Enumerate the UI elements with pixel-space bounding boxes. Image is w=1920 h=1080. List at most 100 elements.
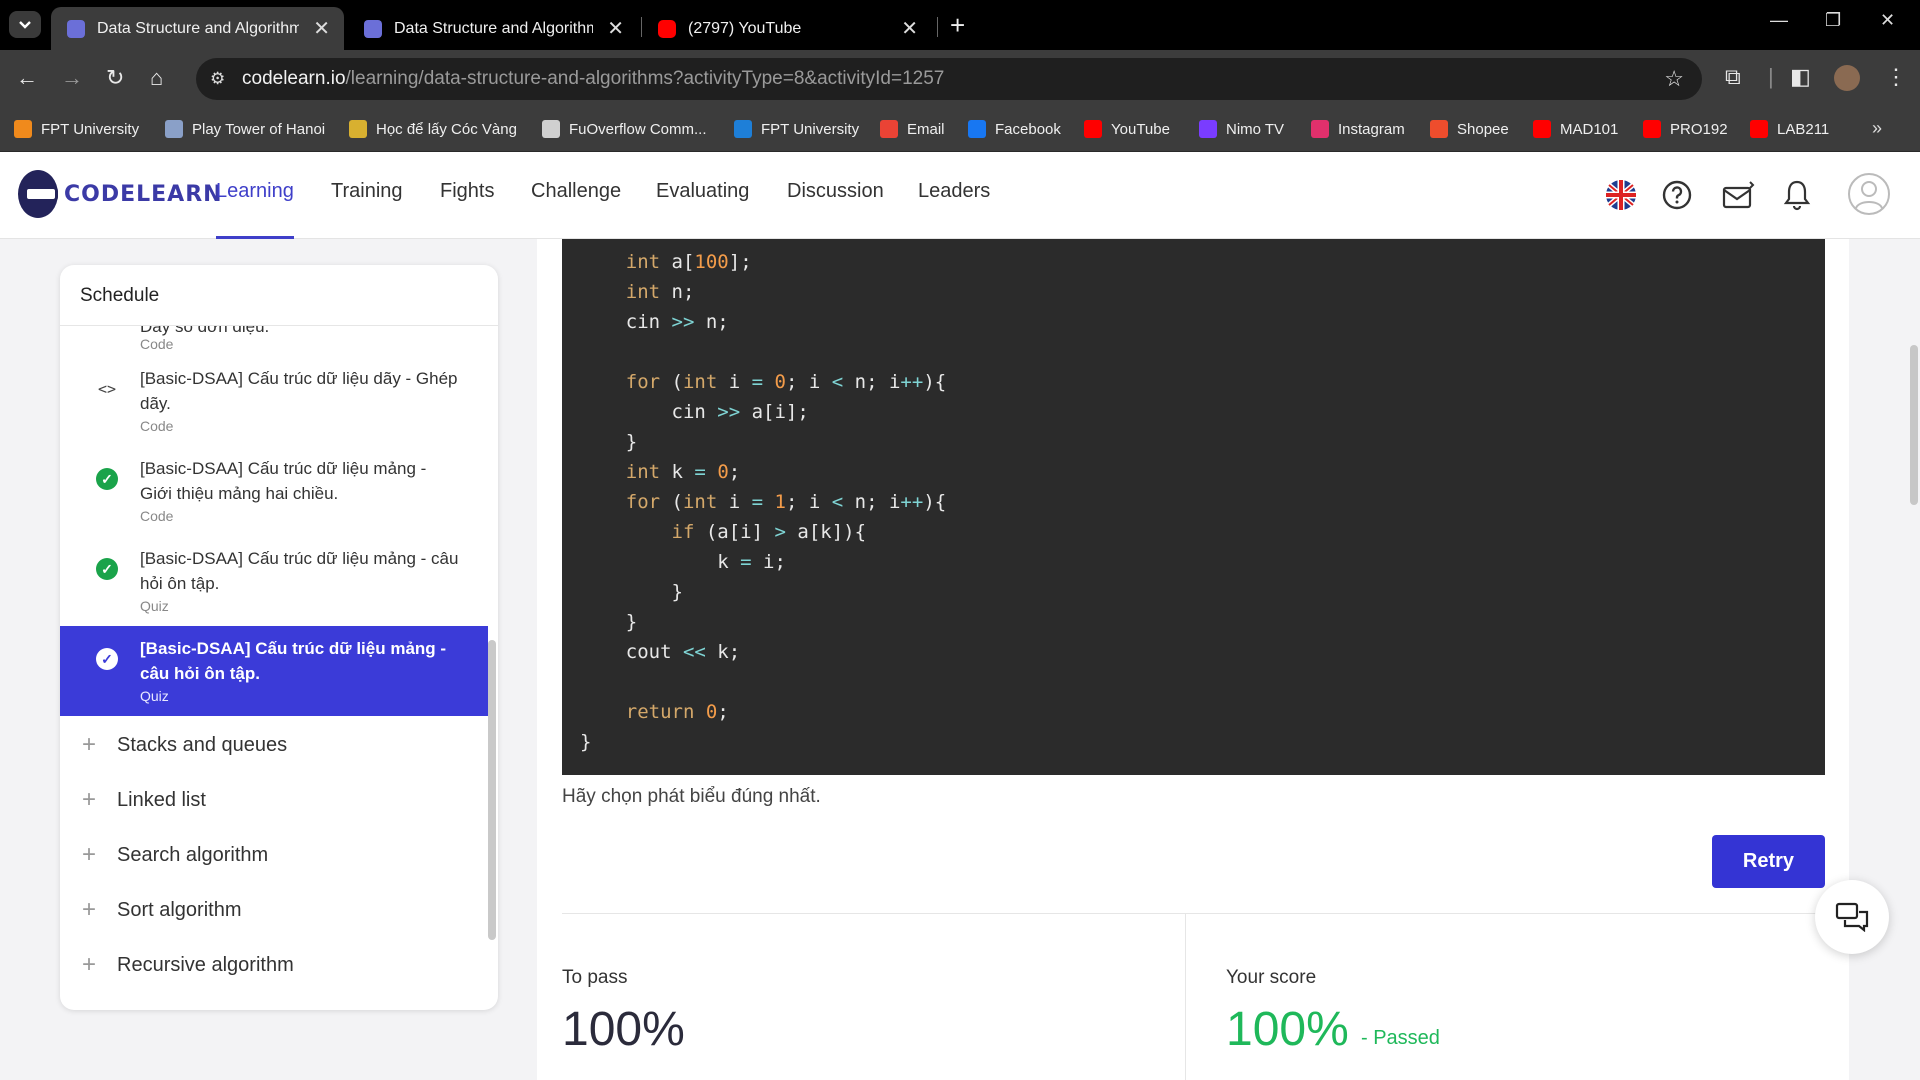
bookmark-label: Shopee	[1457, 120, 1509, 138]
reload-icon[interactable]: ↻	[106, 66, 124, 90]
sidebar-scrollbar[interactable]	[488, 640, 496, 940]
language-flag-icon[interactable]	[1604, 178, 1638, 212]
logo-mascot-icon	[18, 170, 58, 218]
section-title: Search algorithm	[117, 844, 269, 866]
tab-data-structure-1[interactable]: Data Structure and Algorithms ✕	[51, 7, 344, 50]
more-bookmarks-icon[interactable]: »	[1872, 118, 1882, 139]
bookmark-star-icon[interactable]: ☆	[1664, 66, 1684, 92]
bookmark-item[interactable]: Học để lấy Cóc Vàng	[349, 116, 517, 142]
more-menu-icon[interactable]: ⋮	[1885, 64, 1907, 90]
bookmark-item[interactable]: FuOverflow Comm...	[542, 116, 707, 142]
code-line: }	[580, 731, 592, 753]
your-score-value: 100%	[1226, 1003, 1349, 1056]
activity-type: Quiz	[140, 688, 169, 704]
bookmark-label: Play Tower of Hanoi	[192, 120, 326, 138]
bookmark-icon	[14, 120, 32, 138]
page-scrollbar[interactable]	[1910, 345, 1918, 505]
bookmark-item[interactable]: FPT University	[14, 116, 139, 142]
forward-icon[interactable]: →	[61, 66, 83, 90]
help-icon[interactable]	[1660, 178, 1694, 212]
nav-discussion[interactable]: Discussion	[787, 180, 884, 203]
notifications-bell-icon[interactable]	[1780, 178, 1814, 212]
nav-fights[interactable]: Fights	[440, 180, 494, 203]
nav-evaluating[interactable]: Evaluating	[656, 180, 749, 203]
minimize-icon[interactable]: —	[1770, 10, 1788, 31]
active-nav-indicator	[216, 236, 294, 239]
profile-avatar[interactable]	[1834, 65, 1860, 91]
messages-icon[interactable]	[1722, 178, 1756, 212]
url-host: codelearn.io	[242, 68, 346, 89]
nav-training[interactable]: Training	[331, 180, 403, 203]
user-avatar-icon[interactable]	[1847, 172, 1891, 216]
activity-item-current[interactable]: ✓ [Basic-DSAA] Cấu trúc dữ liệu mảng - c…	[60, 626, 488, 716]
restore-icon[interactable]: ❐	[1825, 10, 1841, 31]
bookmark-item[interactable]: Email	[880, 116, 945, 142]
code-line: int a[100];	[625, 251, 752, 273]
section-linked-list[interactable]: + Linked list	[60, 773, 488, 828]
activity-item[interactable]: <> [Basic-DSAA] Cấu trúc dữ liệu dãy - G…	[60, 356, 488, 446]
bookmark-icon	[542, 120, 560, 138]
close-icon[interactable]: ✕	[607, 16, 624, 41]
youtube-icon	[658, 19, 676, 38]
side-panel-icon[interactable]: ◧	[1790, 64, 1811, 90]
check-circle-icon: ✓	[96, 648, 118, 670]
code-line: k = i;	[580, 551, 786, 573]
window-close-icon[interactable]: ✕	[1880, 10, 1895, 31]
chat-button[interactable]	[1815, 880, 1889, 954]
bookmark-item[interactable]: FPT University	[734, 116, 859, 142]
activity-item[interactable]: Dãy số đơn điệu. Code	[60, 326, 488, 356]
tab-title: Data Structure and Algorithms	[394, 19, 594, 37]
plus-icon: +	[82, 951, 97, 978]
tab-search-button[interactable]	[9, 11, 41, 38]
bookmark-item[interactable]: YouTube	[1084, 116, 1170, 142]
back-icon[interactable]: ←	[16, 66, 38, 90]
activity-item[interactable]: ✓ [Basic-DSAA] Cấu trúc dữ liệu mảng - G…	[60, 446, 488, 536]
section-recursive-algorithm[interactable]: + Recursive algorithm	[60, 938, 488, 993]
url-path: /learning/data-structure-and-algorithms?…	[345, 68, 945, 89]
home-icon[interactable]: ⌂	[150, 66, 163, 90]
bookmark-icon	[1533, 120, 1551, 138]
divider	[1185, 913, 1186, 1080]
close-icon[interactable]: ✕	[901, 16, 918, 41]
bookmark-label: FPT University	[761, 120, 860, 138]
bookmark-item[interactable]: Instagram	[1311, 116, 1405, 142]
tab-data-structure-2[interactable]: Data Structure and Algorithms ✕	[348, 7, 638, 50]
activity-type: Code	[140, 508, 174, 524]
schedule-list[interactable]: Dãy số đơn điệu. Code <> [Basic-DSAA] Cấ…	[60, 326, 488, 1010]
nav-learning[interactable]: Learning	[216, 180, 294, 203]
nav-challenge[interactable]: Challenge	[531, 180, 621, 203]
tab-title: Data Structure and Algorithms	[97, 19, 300, 37]
address-bar[interactable]: ⚙ codelearn.io/learning/data-structure-a…	[196, 58, 1702, 100]
bookmark-item[interactable]: LAB211	[1750, 116, 1829, 142]
bookmark-icon	[165, 120, 183, 138]
site-info-icon[interactable]: ⚙	[210, 69, 225, 89]
bookmark-item[interactable]: Shopee	[1430, 116, 1509, 142]
extensions-icon[interactable]: ⧉	[1725, 64, 1741, 90]
plus-icon: +	[82, 786, 97, 813]
bookmark-item[interactable]: Play Tower of Hanoi	[165, 116, 325, 142]
section-title: Stacks and queues	[117, 734, 288, 756]
close-icon[interactable]: ✕	[313, 16, 330, 41]
tab-separator	[937, 17, 938, 37]
section-sort-algorithm[interactable]: + Sort algorithm	[60, 883, 488, 938]
codelearn-logo[interactable]: CODELEARN	[18, 170, 223, 218]
bookmark-label: FPT University	[41, 120, 140, 138]
bookmark-label: FuOverflow Comm...	[569, 120, 707, 138]
passed-status: - Passed	[1361, 1027, 1440, 1049]
new-tab-button[interactable]: +	[950, 12, 965, 38]
your-score-label: Your score	[1226, 967, 1317, 988]
bookmark-item[interactable]: Facebook	[968, 116, 1061, 142]
retry-button[interactable]: Retry	[1712, 835, 1825, 888]
bookmark-icon	[1750, 120, 1768, 138]
bookmark-item[interactable]: MAD101	[1533, 116, 1618, 142]
divider	[562, 913, 1825, 914]
nav-leaders[interactable]: Leaders	[918, 180, 990, 203]
section-search-algorithm[interactable]: + Search algorithm	[60, 828, 488, 883]
activity-item[interactable]: ✓ [Basic-DSAA] Cấu trúc dữ liệu mảng - c…	[60, 536, 488, 626]
tab-youtube[interactable]: (2797) YouTube ✕	[642, 7, 932, 50]
toolbar-separator: |	[1768, 64, 1774, 89]
codelearn-icon	[67, 19, 85, 38]
bookmark-item[interactable]: Nimo TV	[1199, 116, 1284, 142]
bookmark-item[interactable]: PRO192	[1643, 116, 1728, 142]
section-stacks-and-queues[interactable]: + Stacks and queues	[60, 718, 488, 773]
